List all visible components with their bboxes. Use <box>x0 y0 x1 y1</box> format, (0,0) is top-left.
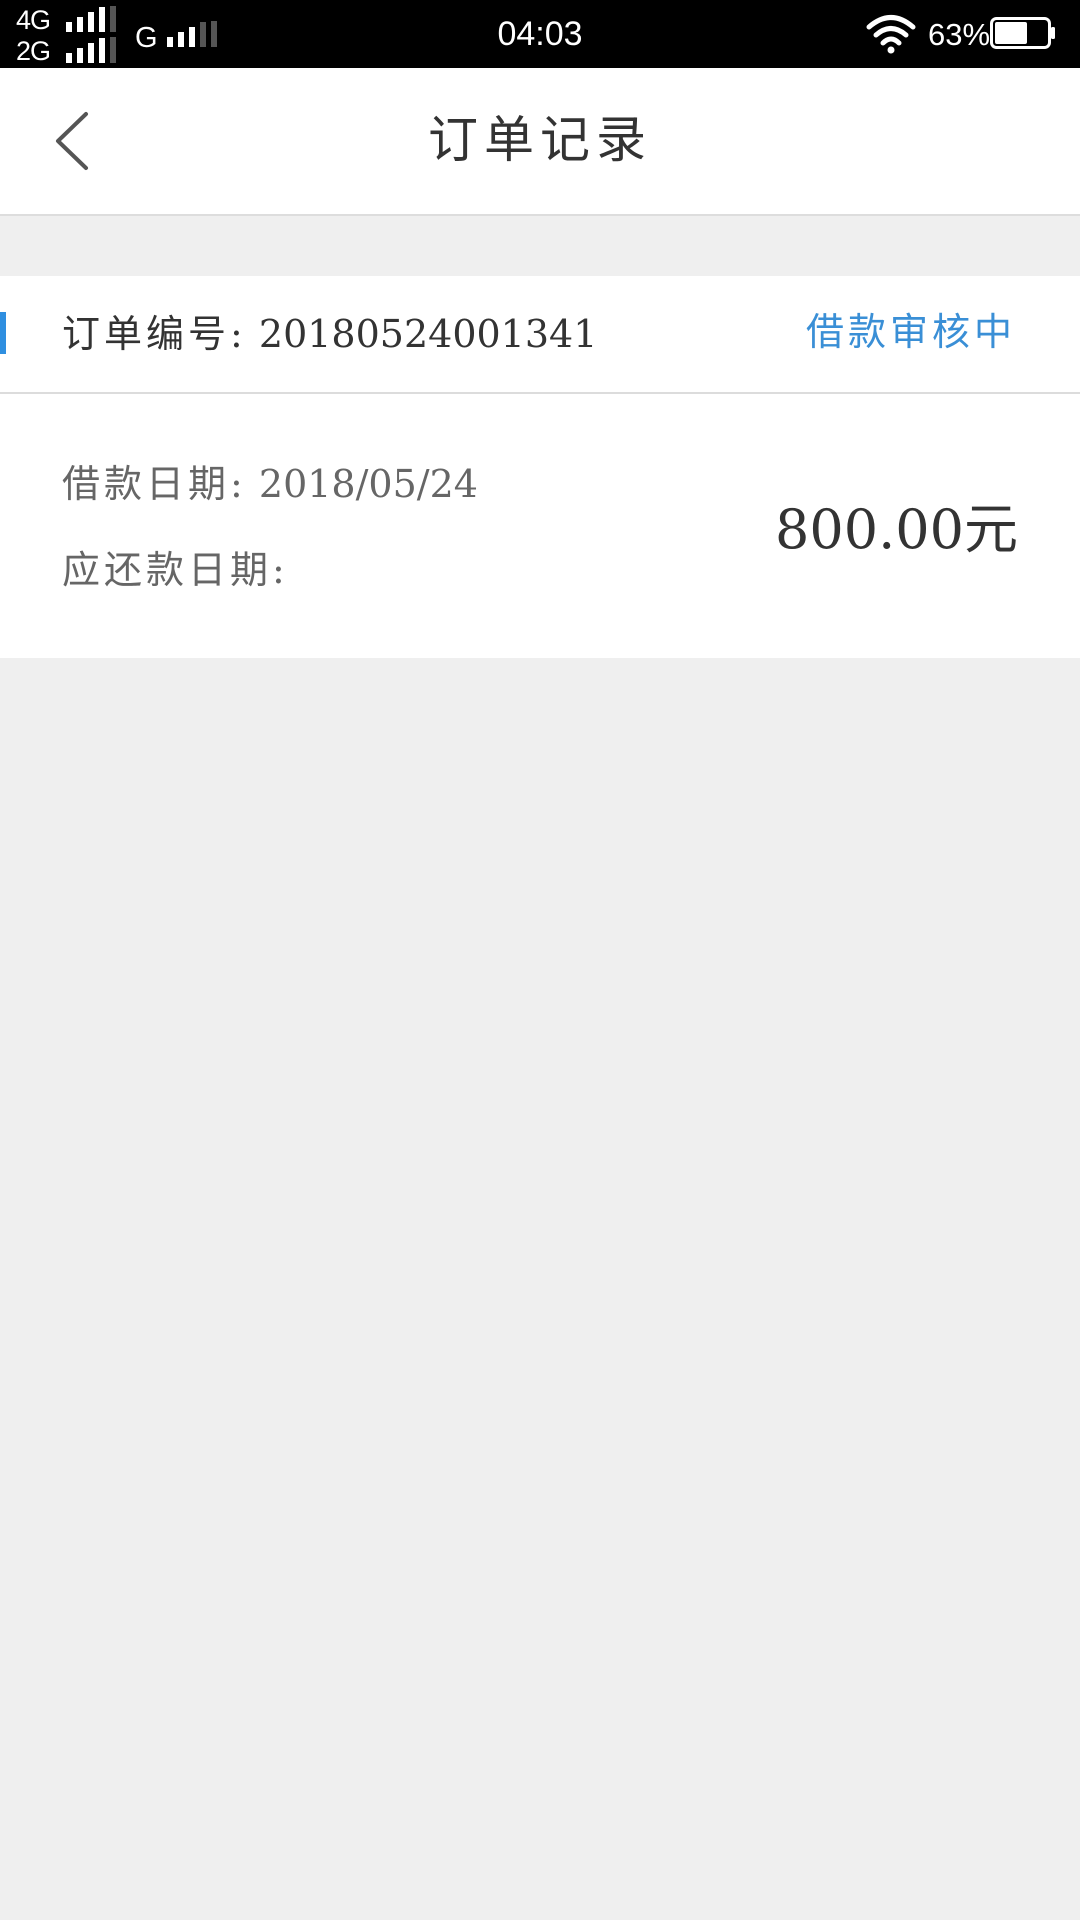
loan-amount: 800.00元 <box>775 498 1018 561</box>
page-title: 订单记录 <box>428 111 652 169</box>
accent-bar <box>0 312 6 354</box>
order-number: 订单编号: 20180524001341 <box>62 310 597 358</box>
order-card[interactable]: 订单编号: 20180524001341 借款审核中 借款日期: 2018/05… <box>0 276 1080 658</box>
due-date-label: 应还款日期: <box>62 548 289 592</box>
due-date-row: 应还款日期: <box>62 546 289 594</box>
battery-icon <box>990 17 1055 49</box>
order-status-badge: 借款审核中 <box>805 310 1016 354</box>
battery-percent: 63% <box>928 17 991 52</box>
status-bar: 4G 2G G 04:03 63% <box>0 0 1080 68</box>
status-time: 04:03 <box>497 15 583 53</box>
loan-date-value: 2018/05/24 <box>258 462 478 506</box>
header-bar: 订单记录 <box>0 68 1080 216</box>
wifi-icon <box>866 15 916 54</box>
order-number-label: 订单编号: <box>62 312 247 356</box>
loan-date-label: 借款日期: <box>62 462 247 506</box>
loan-date-row: 借款日期: 2018/05/24 <box>62 460 478 508</box>
order-number-value: 20180524001341 <box>258 312 598 356</box>
order-card-header: 订单编号: 20180524001341 借款审核中 <box>0 276 1080 394</box>
